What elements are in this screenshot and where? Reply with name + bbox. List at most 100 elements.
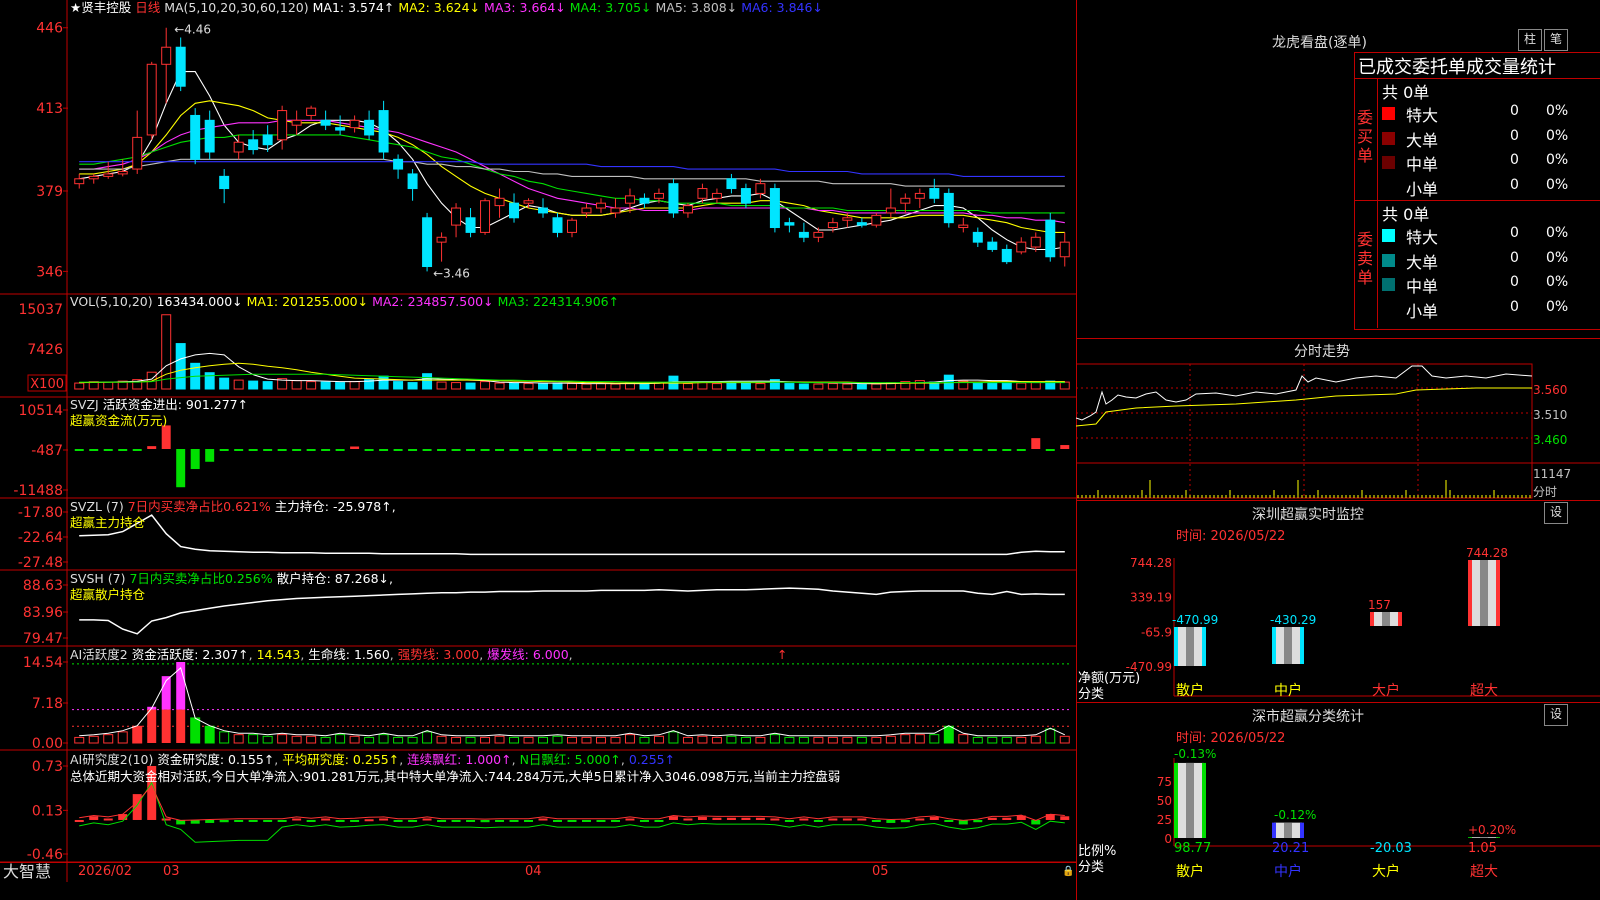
volume-bar	[378, 375, 389, 390]
monitor-bar-大户	[1370, 612, 1402, 626]
research-bar	[321, 818, 331, 821]
candle	[784, 222, 795, 226]
buy-order-percent: 0%	[1546, 176, 1569, 193]
svzl-axis-tick: -27.48	[18, 555, 63, 571]
favorite-star-icon[interactable]: ★	[70, 0, 81, 15]
sell-order-color-swatch	[1382, 229, 1395, 242]
candle	[842, 217, 853, 221]
activity-bar	[711, 736, 722, 744]
volume-bar	[682, 383, 693, 390]
lock-icon[interactable]: 🔒	[1062, 866, 1074, 877]
volume-bar	[914, 380, 925, 390]
activity-bar	[813, 736, 824, 744]
class-axis-tick: 50	[1157, 794, 1172, 808]
buy-order-label: 特大	[1406, 106, 1439, 125]
sz-monitor-top-border	[1076, 500, 1600, 501]
activity-bar	[595, 736, 606, 744]
fund-flow-bar	[538, 449, 548, 451]
candle	[233, 141, 244, 153]
activity-bar	[233, 734, 244, 744]
ai-research-red1: 连续飘红: 1.000↑	[407, 752, 512, 767]
research-bar	[654, 819, 664, 822]
candle	[262, 134, 273, 146]
candle	[1059, 241, 1070, 258]
volume-bar	[1001, 382, 1012, 390]
period-label[interactable]: 日线	[135, 0, 160, 15]
low-annotation: ←3.46	[433, 266, 470, 280]
monitor-category-label: 中户	[1274, 682, 1302, 699]
volume-bar	[320, 381, 331, 390]
fund-flow-bar	[639, 449, 649, 451]
candle	[1045, 219, 1056, 258]
svsh-subtitle: 超赢散户持仓	[70, 587, 146, 602]
sell-order-color-swatch	[1382, 253, 1395, 267]
volume-bar	[827, 383, 838, 390]
research-bar	[466, 819, 476, 822]
ma3-value: MA3: 3.664↓	[484, 0, 566, 15]
activity-bar	[204, 725, 215, 744]
class-bar-edge	[1272, 822, 1276, 838]
research-line-red	[79, 784, 1065, 821]
candle	[465, 217, 476, 233]
activity-bar	[943, 725, 954, 744]
svzl-position: 主力持仓: -25.978↑,	[274, 499, 396, 514]
class-category-label: 散户	[1176, 863, 1204, 880]
candle	[393, 158, 404, 170]
candle	[914, 192, 925, 199]
volume-bar	[1059, 381, 1070, 390]
dragon-subtitle: 已成交委托单成交量统计	[1358, 57, 1556, 78]
activity-bar	[190, 717, 201, 744]
svzj-axis-tick: -487	[31, 443, 63, 459]
fund-flow-bar	[89, 449, 99, 451]
research-bar	[219, 819, 229, 823]
sell-order-count: 0	[1510, 274, 1519, 290]
research-bar	[495, 819, 505, 822]
stock-name[interactable]: 贤丰控股	[81, 0, 131, 15]
svsh-axis-tick: 88.63	[23, 578, 63, 594]
fund-flow-bar	[582, 449, 591, 451]
research-bar	[639, 819, 649, 822]
fund-flow-bar	[697, 449, 707, 451]
sz-monitor-settings-button[interactable]: 设	[1544, 502, 1568, 524]
fund-flow-bar	[625, 449, 635, 451]
ai-research-axis-tick: -0.46	[27, 847, 63, 863]
intraday-chart[interactable]	[1076, 360, 1600, 500]
monitor-bar-超大	[1468, 560, 1500, 626]
vol-value: 163434.000↓	[156, 294, 243, 309]
activity-bar	[885, 735, 896, 744]
buy-order-percent: 0%	[1546, 103, 1569, 119]
volume-bar	[871, 383, 882, 390]
research-bar	[1060, 816, 1070, 820]
research-bar	[248, 819, 258, 822]
activity-bar	[842, 736, 853, 744]
activity-bar	[291, 735, 302, 744]
candle	[103, 173, 114, 177]
activity-bar	[653, 735, 664, 744]
sz-class-xlabel: 分类	[1078, 860, 1105, 875]
candle	[668, 183, 679, 214]
volume-bar	[233, 379, 244, 390]
candle	[117, 170, 128, 175]
svsh-ratio: 7日内买卖净占比0.256%	[129, 571, 273, 586]
candle	[378, 110, 389, 153]
research-bar	[582, 819, 591, 822]
activity-bar	[929, 734, 940, 744]
volume-bar	[1030, 382, 1041, 390]
sell-order-color-swatch	[1382, 278, 1395, 291]
ai-active-activity: 资金活跃度: 2.307↑	[131, 647, 249, 662]
tick-view-button[interactable]: 笔	[1544, 29, 1568, 51]
class-axis-tick: 25	[1157, 813, 1172, 827]
volume-bar	[581, 383, 592, 390]
sz-class-settings-button[interactable]: 设	[1544, 704, 1568, 726]
candle	[364, 119, 375, 136]
candle	[161, 46, 172, 65]
ai-active-strong: 强势线: 3.000	[397, 647, 480, 662]
column-view-button[interactable]: 柱	[1518, 29, 1542, 51]
volume-bar	[711, 383, 722, 390]
volume-bar	[972, 382, 983, 390]
fund-flow-bar	[234, 449, 244, 451]
candle	[697, 188, 708, 199]
research-bar	[205, 819, 215, 823]
monitor-bar-shade	[1186, 627, 1194, 666]
research-bar	[306, 819, 316, 822]
